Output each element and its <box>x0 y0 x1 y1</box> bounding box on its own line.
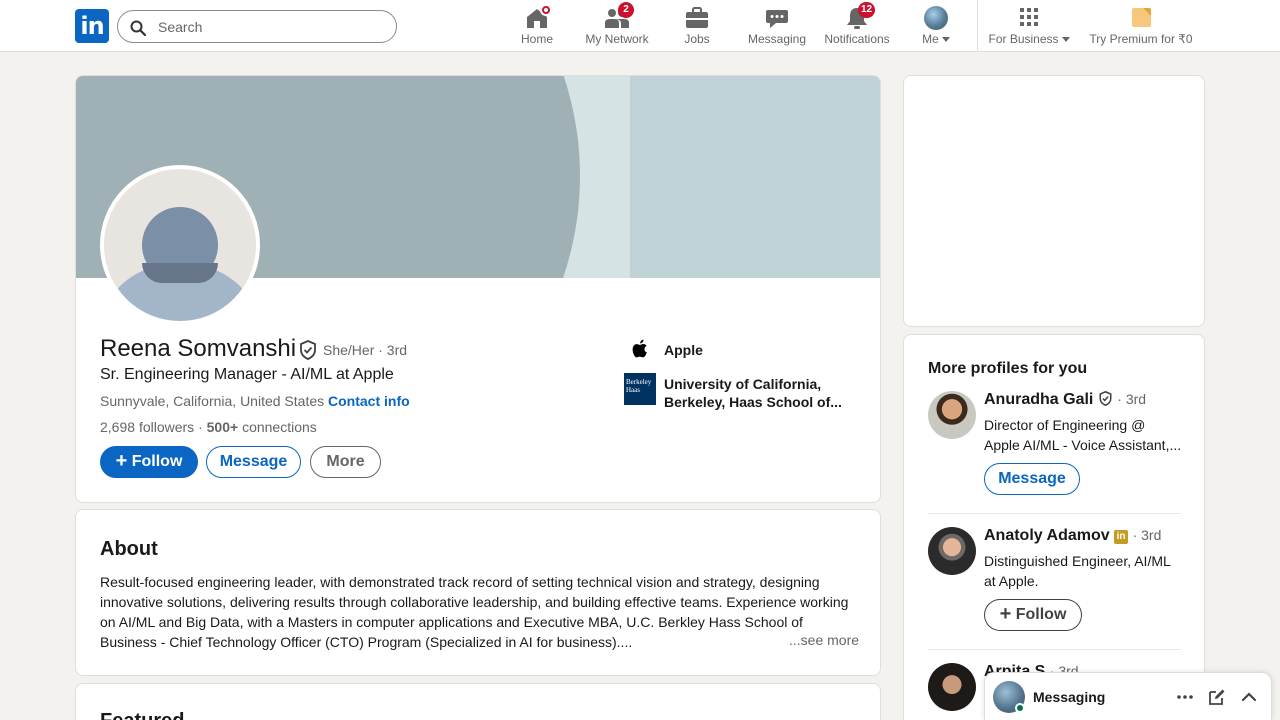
messaging-dock[interactable]: Messaging <box>984 672 1272 720</box>
follow-button-label: Follow <box>131 453 183 470</box>
profile-stats: 2,698 followers · 500+ connections <box>100 419 317 435</box>
nav-jobs[interactable]: Jobs <box>666 4 728 50</box>
nav-label: Jobs <box>684 32 710 46</box>
nav-notifications[interactable]: 12 Notifications <box>822 2 892 50</box>
edu-logo-line2: Haas <box>626 386 640 394</box>
avatar-shadow-shape <box>142 263 218 283</box>
follow-button[interactable]: + Follow <box>984 599 1082 631</box>
more-button[interactable]: More <box>310 446 381 478</box>
nav-label: Notifications <box>824 32 890 46</box>
plus-icon: + <box>999 603 1012 625</box>
profile-suggestion: Anuradha Gali · 3rd Director of Engineer… <box>928 390 1182 511</box>
nav-for-business[interactable]: For Business <box>987 4 1071 50</box>
message-button[interactable]: Message <box>206 446 301 478</box>
featured-title: Featured <box>100 710 184 720</box>
nav-divider <box>977 0 978 52</box>
followers-count[interactable]: 2,698 <box>100 419 135 435</box>
connections-count: 500+ <box>206 419 239 435</box>
briefcase-icon <box>686 7 708 28</box>
nav-label: Me <box>909 32 963 46</box>
divider <box>928 649 1181 650</box>
suggestion-name[interactable]: Anatoly Adamov in · 3rd <box>984 527 1161 545</box>
follow-button-label: Follow <box>1015 606 1067 623</box>
contact-info-link[interactable]: Contact info <box>328 393 410 409</box>
suggestion-headline: Distinguished Engineer, AI/ML at Apple. <box>984 553 1171 589</box>
nav-home[interactable]: Home <box>506 4 568 50</box>
search-box[interactable] <box>117 10 397 43</box>
ad-placeholder <box>903 75 1205 327</box>
top-nav: in Home 2 My Network Jobs Messaging 12 N… <box>0 0 1280 52</box>
premium-icon <box>1132 8 1151 27</box>
avatar[interactable] <box>928 527 976 575</box>
berkeley-haas-logo[interactable]: Berkeley Haas <box>624 373 656 405</box>
search-icon <box>130 20 146 36</box>
about-text: Result-focused engineering leader, with … <box>100 574 849 650</box>
divider <box>928 513 1181 514</box>
about-title: About <box>100 538 158 560</box>
chevron-up-icon[interactable] <box>1239 687 1259 707</box>
apple-logo-icon[interactable] <box>629 338 651 360</box>
featured-section: Featured <box>75 683 881 720</box>
nav-label: Try Premium for ₹0 <box>1089 32 1193 46</box>
profile-card: Reena Somvanshi She/Her · 3rd Sr. Engine… <box>75 75 881 503</box>
follow-button[interactable]: + Follow <box>100 446 198 478</box>
user-avatar <box>924 6 948 30</box>
connections-label: connections <box>242 419 317 435</box>
grid-icon <box>1020 8 1038 26</box>
online-status-dot <box>1015 703 1025 713</box>
more-profiles-card: More profiles for you Anuradha Gali · 3r… <box>903 334 1205 720</box>
plus-icon: + <box>115 450 128 472</box>
caret-down-icon <box>941 37 950 43</box>
avatar[interactable] <box>928 391 976 439</box>
caret-down-icon <box>1061 37 1070 43</box>
message-button[interactable]: Message <box>984 463 1080 495</box>
pronoun-degree: She/Her · 3rd <box>323 342 408 358</box>
compose-icon[interactable] <box>1207 687 1227 707</box>
edu-logo-line1: Berkeley <box>626 378 652 386</box>
network-badge: 2 <box>618 2 634 18</box>
nav-label: Home <box>520 32 553 46</box>
suggestion-headline: Director of Engineering @ Apple AI/ML - … <box>984 417 1182 453</box>
avatar[interactable] <box>928 663 976 711</box>
linkedin-logo[interactable]: in <box>75 9 109 43</box>
nav-me[interactable]: Me <box>909 4 963 50</box>
profile-headline: Sr. Engineering Manager - AI/ML at Apple <box>100 366 394 383</box>
see-more-link[interactable]: ...see more <box>787 632 860 648</box>
person-name: Anatoly Adamov <box>984 527 1110 544</box>
connection-degree: · 3rd <box>1132 527 1162 543</box>
verified-shield-icon[interactable] <box>298 340 318 360</box>
nav-label: Messaging <box>747 32 807 46</box>
try-premium-link[interactable]: Try Premium for ₹0 <box>1085 4 1197 50</box>
verified-shield-icon <box>1099 390 1112 407</box>
messaging-label: Messaging <box>1033 689 1106 705</box>
more-options-icon[interactable] <box>1175 687 1195 707</box>
linkedin-premium-icon: in <box>1114 530 1129 544</box>
connection-degree: · 3rd <box>1117 391 1147 407</box>
about-section: About Result-focused engineering leader,… <box>75 509 881 676</box>
for-business-label: For Business <box>988 32 1059 46</box>
nav-label: For Business <box>987 32 1071 46</box>
suggestion-name[interactable]: Anuradha Gali · 3rd <box>984 390 1147 409</box>
more-profiles-title: More profiles for you <box>928 360 1088 377</box>
stats-separator: · <box>198 419 207 435</box>
messaging-icon <box>766 10 788 28</box>
me-label: Me <box>922 32 939 46</box>
profile-photo[interactable] <box>100 165 260 325</box>
education-link[interactable]: University of California, Berkeley, Haas… <box>664 375 854 411</box>
profile-name: Reena Somvanshi <box>100 335 297 362</box>
current-company-link[interactable]: Apple <box>664 342 703 358</box>
profile-location: Sunnyvale, California, United States · <box>100 393 333 409</box>
nav-my-network[interactable]: 2 My Network <box>581 2 653 50</box>
notification-dot <box>540 4 552 16</box>
profile-suggestion: Anatoly Adamov in · 3rd Distinguished En… <box>928 527 1182 647</box>
search-input[interactable] <box>158 17 378 37</box>
person-name: Anuradha Gali <box>984 391 1094 408</box>
nav-label: My Network <box>585 32 649 46</box>
notifications-badge: 12 <box>858 2 876 18</box>
nav-messaging[interactable]: Messaging <box>744 4 810 50</box>
followers-label[interactable]: followers <box>139 419 194 435</box>
